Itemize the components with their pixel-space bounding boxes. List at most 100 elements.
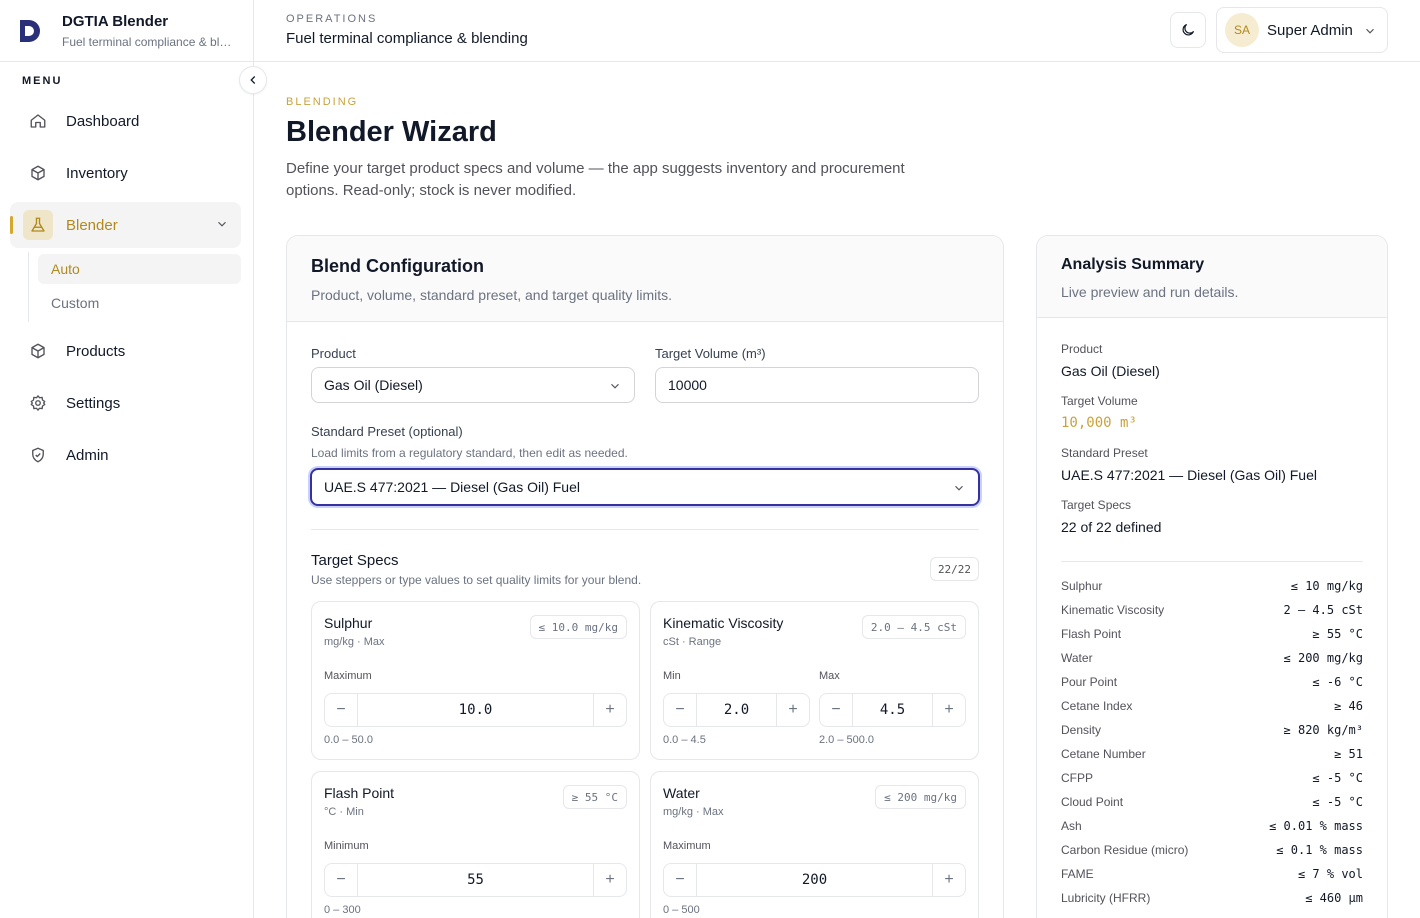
stepper-value[interactable]: 55 — [357, 864, 594, 896]
decrement-button[interactable]: − — [664, 864, 696, 896]
sidebar-item-label: Dashboard — [66, 112, 140, 130]
sidebar-collapse-button[interactable] — [239, 66, 267, 94]
limit-row: Cetane Index ≥ 46 — [1061, 694, 1363, 718]
decrement-button[interactable]: − — [820, 694, 852, 726]
spec-meta: °C · Min — [324, 806, 364, 818]
submenu-line — [28, 252, 29, 322]
decrement-button[interactable]: − — [664, 694, 696, 726]
limit-value: ≤ 10 mg/kg — [1290, 579, 1363, 593]
section-label: BLENDING — [286, 96, 359, 108]
sidebar-item-label: Settings — [66, 394, 121, 412]
flash-point-min-stepper[interactable]: − 55 + — [324, 863, 627, 897]
brand[interactable]: DGTIA Blender Fuel terminal compliance &… — [0, 0, 253, 62]
sulphur-max-stepper[interactable]: − 10.0 + — [324, 693, 627, 727]
limit-row: Sulphur ≤ 10 mg/kg — [1061, 574, 1363, 598]
limit-row: Carbon Residue (micro) ≤ 0.1 % mass — [1061, 838, 1363, 862]
water-max-stepper[interactable]: − 200 + — [663, 863, 966, 897]
spec-card-kinematic-viscosity: Kinematic Viscosity cSt · Range 2.0 – 4.… — [650, 601, 979, 760]
limit-value: ≥ 55 °C — [1312, 627, 1363, 641]
summary-volume-label: Target Volume — [1061, 394, 1138, 408]
limit-name: Kinematic Viscosity — [1061, 603, 1165, 617]
sidebar-item-settings[interactable]: Settings — [10, 380, 241, 426]
blend-configuration-card: Blend Configuration Product, volume, sta… — [286, 235, 1004, 918]
page-title: Blender Wizard — [286, 116, 497, 148]
spec-limit-badge: ≤ 200 mg/kg — [875, 785, 966, 809]
viscosity-min-stepper[interactable]: − 2.0 + — [663, 693, 810, 727]
sidebar-item-inventory[interactable]: Inventory — [10, 150, 241, 196]
viscosity-max-stepper[interactable]: − 4.5 + — [819, 693, 966, 727]
sidebar-item-products[interactable]: Products — [10, 328, 241, 374]
spec-meta: mg/kg · Max — [324, 636, 385, 648]
sidebar-item-dashboard[interactable]: Dashboard — [10, 98, 241, 144]
decrement-button[interactable]: − — [325, 864, 357, 896]
limit-value: ≤ 0.1 % mass — [1276, 843, 1363, 857]
stepper-label: Minimum — [324, 840, 369, 852]
limit-name: Cetane Index — [1061, 699, 1133, 713]
increment-button[interactable]: + — [777, 694, 809, 726]
limit-name: Flash Point — [1061, 627, 1122, 641]
logo-icon — [20, 19, 40, 42]
chevron-down-icon — [218, 221, 226, 227]
limit-value: 2 – 4.5 cSt — [1283, 603, 1363, 617]
limit-name: FAME — [1061, 867, 1094, 881]
stepper-value[interactable]: 2.0 — [696, 694, 777, 726]
limit-name: Carbon Residue (micro) — [1061, 843, 1189, 857]
increment-button[interactable]: + — [594, 694, 626, 726]
sidebar-subitem-custom[interactable]: Custom — [38, 288, 241, 318]
stepper-value[interactable]: 4.5 — [852, 694, 933, 726]
card-title: Analysis Summary — [1061, 256, 1205, 273]
spec-card-flash-point: Flash Point °C · Min ≥ 55 °C Minimum − 5… — [311, 771, 640, 918]
increment-button[interactable]: + — [933, 864, 965, 896]
target-specs-title: Target Specs — [311, 552, 399, 569]
stepper-value[interactable]: 10.0 — [357, 694, 594, 726]
summary-specs-value: 22 of 22 defined — [1061, 519, 1162, 535]
product-label: Product — [311, 346, 356, 361]
menu-label: MENU — [22, 75, 63, 87]
gear-icon — [10, 394, 66, 412]
product-select-value: Gas Oil (Diesel) — [324, 377, 423, 393]
preset-hint: Load limits from a regulatory standard, … — [311, 446, 628, 460]
stepper-label: Maximum — [663, 840, 711, 852]
topbar: OPERATIONS Fuel terminal compliance & bl… — [254, 0, 1420, 62]
sidebar-item-blender[interactable]: Blender — [10, 202, 241, 248]
sidebar-subitem-auto[interactable]: Auto — [38, 254, 241, 284]
user-name: Super Admin — [1267, 21, 1353, 39]
limit-name: Cetane Number — [1061, 747, 1146, 761]
limit-name: Water — [1061, 651, 1093, 665]
summary-specs-label: Target Specs — [1061, 498, 1132, 512]
limit-row: Kinematic Viscosity 2 – 4.5 cSt — [1061, 598, 1363, 622]
brand-subtitle: Fuel terminal compliance & blending — [62, 34, 238, 49]
limit-row: Pour Point ≤ -6 °C — [1061, 670, 1363, 694]
sidebar-item-label: Inventory — [66, 164, 128, 182]
target-volume-input[interactable]: 10000 — [655, 367, 979, 403]
sidebar-item-admin[interactable]: Admin — [10, 432, 241, 478]
product-select[interactable]: Gas Oil (Diesel) — [311, 367, 635, 403]
sidebar-item-label: Blender — [66, 216, 118, 234]
spec-card-water: Water mg/kg · Max ≤ 200 mg/kg Maximum − … — [650, 771, 979, 918]
range-text: 2.0 – 500.0 — [819, 734, 875, 746]
increment-button[interactable]: + — [933, 694, 965, 726]
range-text: 0.0 – 50.0 — [324, 734, 373, 746]
stepper-value[interactable]: 200 — [696, 864, 933, 896]
preset-select-value: UAE.S 477:2021 — Diesel (Gas Oil) Fuel — [324, 479, 580, 495]
theme-toggle-button[interactable] — [1170, 12, 1206, 48]
card-header: Blend Configuration Product, volume, sta… — [287, 236, 1003, 322]
spec-name: Flash Point — [324, 785, 395, 801]
spec-name: Kinematic Viscosity — [663, 615, 784, 631]
limit-value: ≤ -5 °C — [1312, 771, 1363, 785]
limit-value: ≥ 51 — [1334, 747, 1363, 761]
flask-icon — [23, 210, 53, 240]
user-menu-button[interactable]: SA Super Admin — [1216, 7, 1388, 53]
standard-preset-select[interactable]: UAE.S 477:2021 — Diesel (Gas Oil) Fuel — [310, 468, 980, 506]
spec-name: Water — [663, 785, 700, 801]
decrement-button[interactable]: − — [325, 694, 357, 726]
spec-name: Sulphur — [324, 615, 373, 631]
limit-row: Density ≥ 820 kg/m³ — [1061, 718, 1363, 742]
card-subtitle: Product, volume, standard preset, and ta… — [311, 287, 673, 303]
summary-volume-value: 10,000 m³ — [1061, 415, 1137, 431]
limit-name: Pour Point — [1061, 675, 1118, 689]
sidebar-item-label: Admin — [66, 446, 109, 464]
spec-limit-badge: ≥ 55 °C — [562, 785, 627, 809]
increment-button[interactable]: + — [594, 864, 626, 896]
target-specs-subtitle: Use steppers or type values to set quali… — [311, 573, 642, 587]
